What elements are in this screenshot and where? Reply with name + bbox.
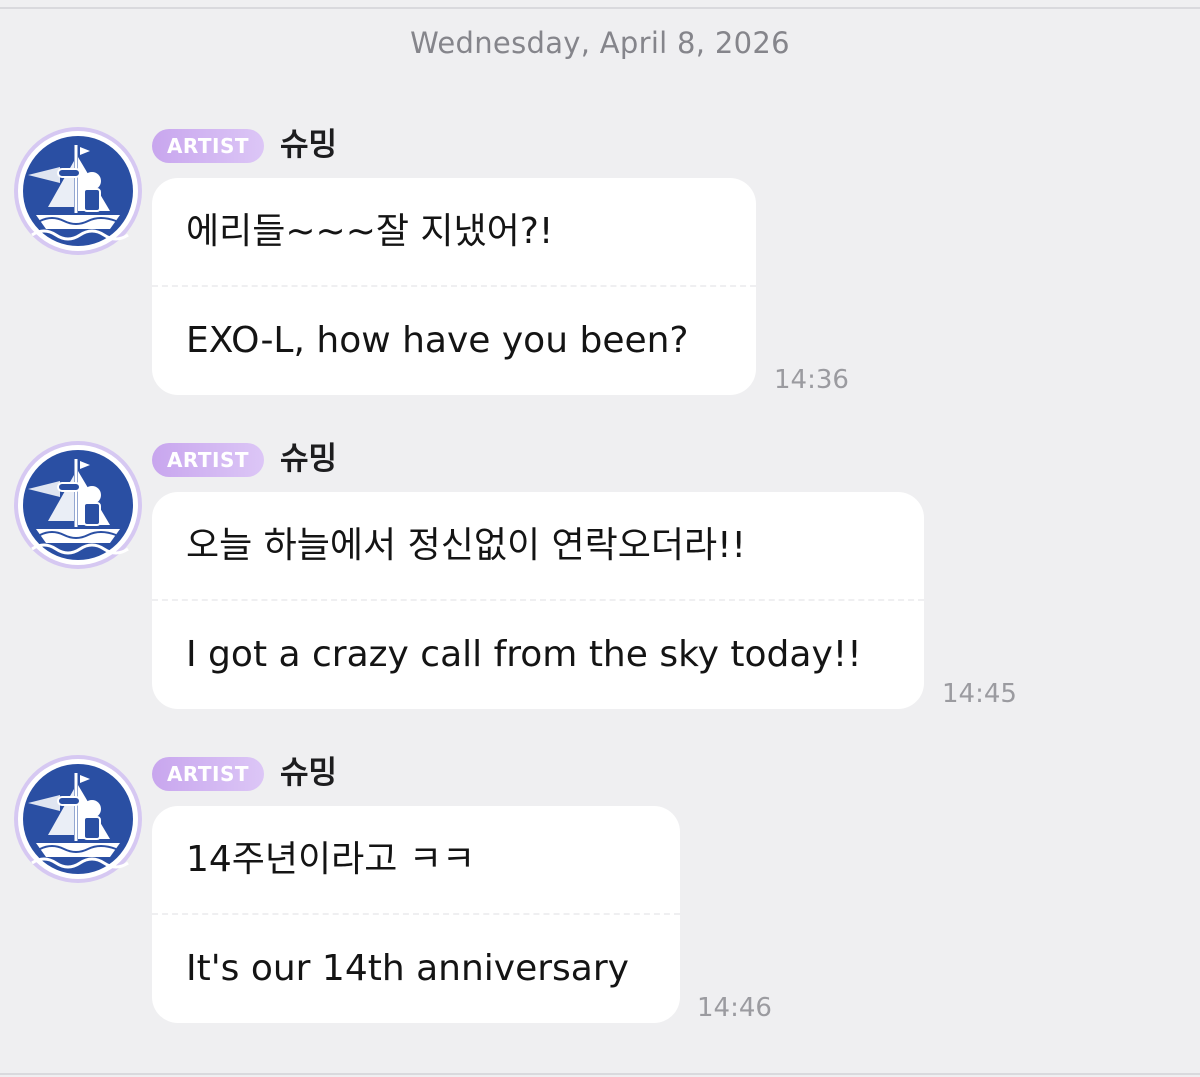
sailor-ship-icon bbox=[18, 131, 138, 251]
message-text-korean: 14주년이라고 ㅋㅋ bbox=[186, 839, 476, 880]
message-timestamp: 14:46 bbox=[697, 993, 772, 1023]
message-row: ARTIST 슈밍 에리들~~~잘 지냈어?! EXO-L, how have … bbox=[0, 127, 1200, 407]
sender-name: 슈밍 bbox=[280, 127, 338, 163]
message-bubble[interactable]: 오늘 하늘에서 정신없이 연락오더라!! I got a crazy call … bbox=[152, 492, 924, 709]
avatar[interactable] bbox=[14, 127, 142, 255]
translation-divider bbox=[152, 285, 756, 287]
sender-name: 슈밍 bbox=[280, 441, 338, 477]
message-row: ARTIST 슈밍 14주년이라고 ㅋㅋ It's our 14th anniv… bbox=[0, 755, 1200, 1035]
translation-divider bbox=[152, 913, 680, 915]
artist-badge: ARTIST bbox=[152, 443, 264, 477]
message-row: ARTIST 슈밍 오늘 하늘에서 정신없이 연락오더라!! I got a c… bbox=[0, 441, 1200, 721]
message-bubble[interactable]: 에리들~~~잘 지냈어?! EXO-L, how have you been? bbox=[152, 178, 756, 395]
avatar[interactable] bbox=[14, 755, 142, 883]
message-text-english: I got a crazy call from the sky today!! bbox=[186, 634, 862, 675]
message-text-korean: 에리들~~~잘 지냈어?! bbox=[186, 211, 554, 252]
artist-badge: ARTIST bbox=[152, 129, 264, 163]
top-divider-line bbox=[0, 7, 1200, 9]
avatar[interactable] bbox=[14, 441, 142, 569]
message-timestamp: 14:36 bbox=[774, 365, 849, 395]
sailor-ship-icon bbox=[18, 759, 138, 879]
sailor-ship-icon bbox=[18, 445, 138, 565]
bottom-divider-line bbox=[0, 1073, 1200, 1075]
message-timestamp: 14:45 bbox=[942, 679, 1017, 709]
sender-name: 슈밍 bbox=[280, 755, 338, 791]
translation-divider bbox=[152, 599, 924, 601]
message-bubble[interactable]: 14주년이라고 ㅋㅋ It's our 14th anniversary bbox=[152, 806, 680, 1023]
message-text-english: It's our 14th anniversary bbox=[186, 948, 629, 989]
date-divider: Wednesday, April 8, 2026 bbox=[410, 26, 790, 60]
artist-badge: ARTIST bbox=[152, 757, 264, 791]
message-text-english: EXO-L, how have you been? bbox=[186, 320, 689, 361]
message-text-korean: 오늘 하늘에서 정신없이 연락오더라!! bbox=[186, 525, 746, 566]
